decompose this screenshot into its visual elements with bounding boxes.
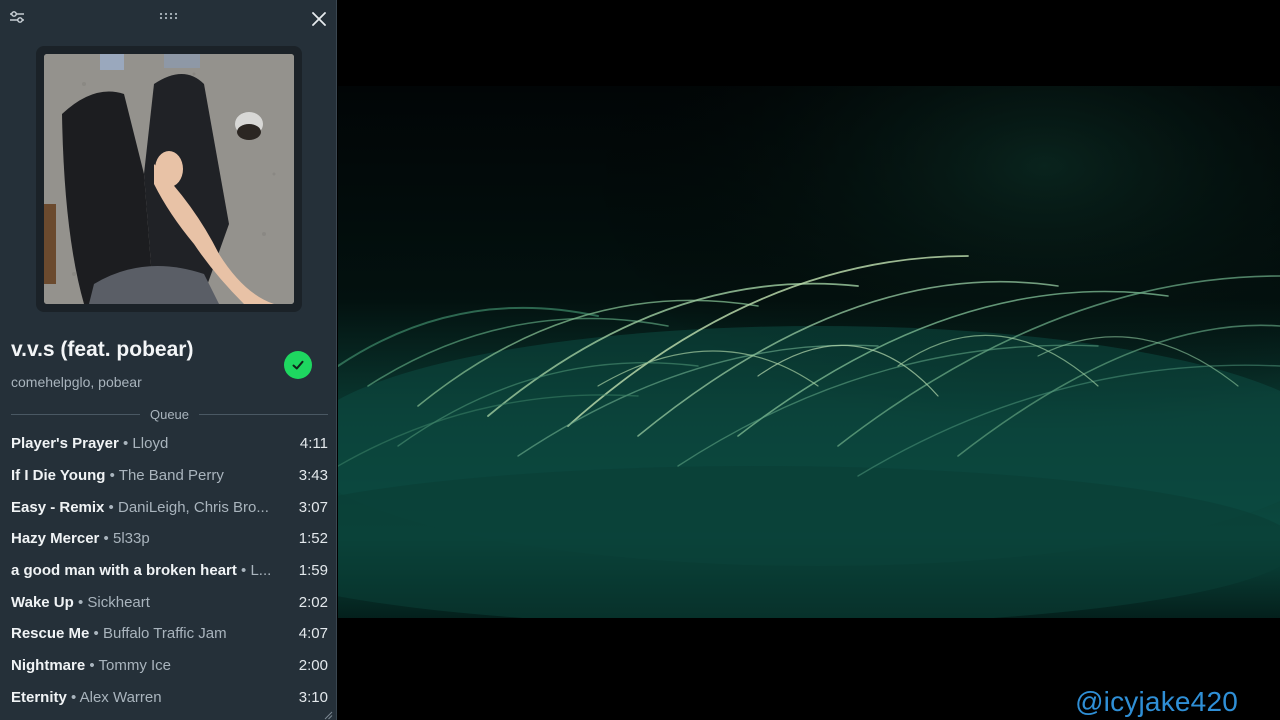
queue-header: Queue <box>11 404 329 424</box>
queue-item-duration: 3:43 <box>298 467 328 485</box>
queue-item-title: Eternity <box>11 688 67 706</box>
queue-item[interactable]: Easy - Remix • DaniLeigh, Chris Bro... 3… <box>11 491 328 523</box>
queue-item-artist: The Band Perry <box>118 467 224 485</box>
queue-item[interactable]: Hazy Mercer • 5l33p 1:52 <box>11 523 328 555</box>
close-icon <box>312 12 326 26</box>
queue-item-separator: • <box>118 435 133 453</box>
album-art-frame <box>36 46 302 312</box>
queue-item[interactable]: Nightmare • Tommy Ice 2:00 <box>11 650 328 682</box>
queue-item-artist: 5l33p <box>112 530 150 548</box>
queue-item-artist: Tommy Ice <box>98 657 172 675</box>
queue-item-separator: • <box>99 530 113 548</box>
drag-handle[interactable] <box>157 8 181 24</box>
now-playing-artists[interactable]: comehelpglo, pobear <box>11 374 142 390</box>
queue-item-separator: • <box>66 688 80 706</box>
queue-item-artist: DaniLeigh, Chris Bro... <box>117 498 269 516</box>
queue-item-duration: 2:02 <box>298 593 328 611</box>
queue-list: Player's Prayer • Lloyd 4:11 If I Die Yo… <box>11 428 328 713</box>
queue-item-separator: • <box>85 657 99 675</box>
queue-item-artist: Alex Warren <box>79 688 162 706</box>
queue-item-duration: 3:10 <box>298 688 328 706</box>
queue-item-duration: 2:00 <box>298 657 328 675</box>
divider-line <box>11 413 140 415</box>
queue-item-artist: Sickheart <box>87 593 150 611</box>
queue-item-title: Easy - Remix <box>11 498 105 516</box>
now-playing-title[interactable]: v.v.s (feat. pobear) <box>11 338 193 362</box>
queue-item[interactable]: Rescue Me • Buffalo Traffic Jam 4:07 <box>11 618 328 650</box>
close-button[interactable] <box>307 7 331 31</box>
resize-grip[interactable] <box>323 707 333 720</box>
saved-to-library-button[interactable] <box>284 351 312 379</box>
queue-item-duration: 1:52 <box>298 530 328 548</box>
queue-item-artist: L... <box>250 562 272 580</box>
queue-item-separator: • <box>89 625 103 643</box>
queue-item-separator: • <box>236 562 251 580</box>
divider-line <box>199 413 329 415</box>
queue-item-title: Player's Prayer <box>11 435 119 453</box>
check-circle-icon <box>292 360 304 370</box>
grass-photo <box>338 86 1280 618</box>
screen: @icyjake420 v.v.s (feat. pobear) comehel… <box>0 0 1280 720</box>
album-art-image <box>44 54 294 304</box>
resize-grip-icon <box>324 711 333 720</box>
queue-item-separator: • <box>105 467 119 485</box>
background-video-frame <box>338 86 1280 618</box>
queue-item-duration: 4:07 <box>298 625 328 643</box>
settings-button[interactable] <box>6 6 28 28</box>
queue-item-duration: 3:07 <box>298 498 328 516</box>
queue-item-separator: • <box>73 593 88 611</box>
panel-toolbar <box>0 0 337 36</box>
queue-item-title: a good man with a broken heart <box>11 562 237 580</box>
queue-label: Queue <box>149 406 190 422</box>
queue-item[interactable]: Eternity • Alex Warren 3:10 <box>11 682 328 714</box>
queue-item-separator: • <box>104 498 118 516</box>
queue-item-title: Hazy Mercer <box>11 530 100 548</box>
album-art[interactable] <box>44 54 294 304</box>
queue-item-artist: Lloyd <box>132 435 169 453</box>
queue-item-title: Rescue Me <box>11 625 90 643</box>
mini-player-panel: v.v.s (feat. pobear) comehelpglo, pobear… <box>0 0 337 720</box>
queue-item[interactable]: If I Die Young • The Band Perry 3:43 <box>11 460 328 492</box>
channel-watermark: @icyjake420 <box>1075 686 1238 717</box>
queue-item-title: If I Die Young <box>11 467 106 485</box>
queue-item-duration: 4:11 <box>299 435 328 453</box>
queue-item[interactable]: Player's Prayer • Lloyd 4:11 <box>11 428 328 460</box>
queue-item[interactable]: a good man with a broken heart • L... 1:… <box>11 555 328 587</box>
queue-item-title: Nightmare <box>11 657 86 675</box>
sliders-icon <box>10 11 24 23</box>
queue-item-duration: 1:59 <box>298 562 328 580</box>
drag-handle-icon <box>159 12 178 20</box>
queue-item-title: Wake Up <box>11 593 74 611</box>
queue-item-artist: Buffalo Traffic Jam <box>102 625 227 643</box>
queue-item[interactable]: Wake Up • Sickheart 2:02 <box>11 586 328 618</box>
